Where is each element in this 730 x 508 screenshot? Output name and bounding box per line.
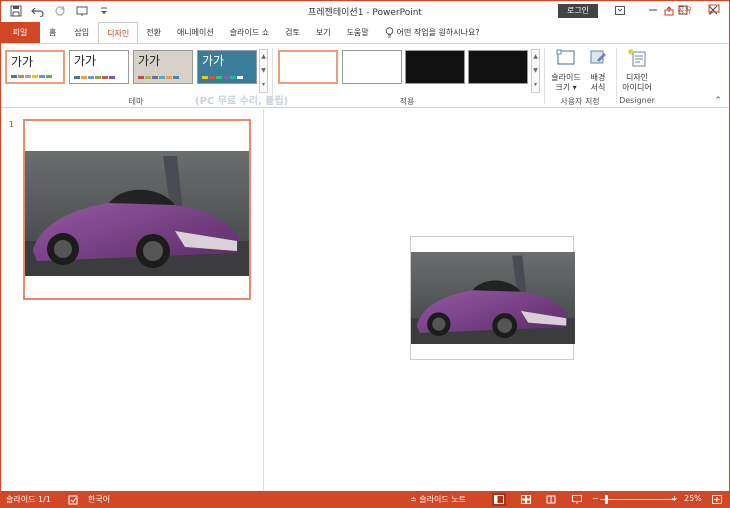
- variant-white-1[interactable]: [278, 50, 338, 84]
- tab-view[interactable]: 보기: [308, 22, 339, 43]
- tell-me-text: 어떤 작업을 원하시나요?: [396, 28, 480, 37]
- title-bar: 프레젠테이션1 - PowerPoint 로그인: [0, 0, 730, 22]
- format-background-button[interactable]: 배경 서식: [586, 48, 610, 93]
- spelling-check-icon[interactable]: [66, 493, 80, 506]
- scroll-down-icon[interactable]: ▼: [532, 64, 539, 78]
- zoom-slider-handle[interactable]: [605, 495, 608, 504]
- slide-number: 1: [9, 120, 15, 129]
- zoom-level[interactable]: 25%: [684, 494, 702, 503]
- slide-size-icon: [556, 49, 575, 65]
- theme-sample-text: 가가: [202, 54, 225, 68]
- notes-button[interactable]: ≐ 슬라이드 노트: [410, 494, 466, 505]
- theme-facet[interactable]: 가가: [133, 50, 193, 84]
- format-background-icon: [590, 50, 606, 64]
- format-background-label-2: 서식: [590, 83, 606, 92]
- format-background-label-1: 배경: [590, 73, 606, 82]
- login-button[interactable]: 로그인: [558, 4, 598, 18]
- share-icon: [664, 5, 674, 15]
- tab-help[interactable]: 도움말: [339, 22, 377, 43]
- design-ideas-label-2: 아이디어: [622, 83, 652, 92]
- car-photo[interactable]: [411, 252, 575, 344]
- zoom-in-button[interactable]: +: [671, 494, 678, 503]
- collapse-ribbon-icon[interactable]: ⌃: [714, 96, 722, 106]
- variant-white-2[interactable]: [342, 50, 402, 84]
- ribbon-tabs: 파일 홈 삽입 디자인 전환 애니메이션 슬라이드 쇼 검토 보기 도움말 어떤…: [0, 22, 730, 43]
- normal-view-icon[interactable]: [492, 493, 506, 506]
- tab-file[interactable]: 파일: [0, 22, 40, 43]
- main-slide[interactable]: [410, 236, 575, 360]
- minimize-icon[interactable]: [643, 2, 663, 18]
- ribbon-display-options-icon[interactable]: [610, 2, 630, 18]
- tab-animations[interactable]: 애니메이션: [169, 22, 222, 43]
- scroll-down-icon[interactable]: ▼: [260, 64, 267, 78]
- share-label: 공유: [677, 6, 692, 15]
- slide-size-button[interactable]: 슬라이드 크기 ▾: [547, 48, 585, 93]
- theme-gallery-scroll[interactable]: ▲ ▼ ▾: [259, 49, 268, 93]
- gallery-more-icon[interactable]: ▾: [532, 78, 539, 92]
- theme-color-bars: [11, 75, 52, 78]
- tab-design[interactable]: 디자인: [98, 22, 139, 43]
- slide-counter: 슬라이드 1/1: [6, 495, 51, 504]
- slideshow-view-icon[interactable]: [570, 493, 584, 506]
- theme-color-bars: [202, 76, 243, 79]
- group-label-customize: 사용자 지정: [560, 97, 600, 106]
- scroll-up-icon[interactable]: ▲: [260, 50, 267, 64]
- slide-thumbnail[interactable]: [23, 119, 251, 300]
- theme-office-2[interactable]: 가가: [69, 50, 129, 84]
- status-bar: 슬라이드 1/1 한국어 ≐ 슬라이드 노트 − + 25%: [0, 491, 730, 508]
- tell-me-search[interactable]: 어떤 작업을 원하시나요?: [377, 22, 488, 43]
- reading-view-icon[interactable]: [544, 493, 558, 506]
- design-ideas-button[interactable]: 디자인 아이디어: [618, 48, 656, 93]
- gallery-more-icon[interactable]: ▾: [260, 78, 267, 92]
- variant-black-1[interactable]: [405, 50, 465, 84]
- group-label-variants: 적용: [399, 97, 415, 106]
- slide-size-label-2: 크기 ▾: [555, 83, 577, 92]
- tab-review[interactable]: 검토: [277, 22, 308, 43]
- slide-editing-area: [265, 109, 730, 491]
- group-label-designer: Designer: [619, 96, 655, 105]
- zoom-out-button[interactable]: −: [592, 494, 599, 503]
- tab-insert[interactable]: 삽입: [65, 22, 98, 43]
- design-ideas-icon: [628, 49, 646, 67]
- slide-sorter-icon[interactable]: [519, 493, 533, 506]
- scroll-up-icon[interactable]: ▲: [532, 50, 539, 64]
- tab-home[interactable]: 홈: [40, 22, 65, 43]
- comment-icon[interactable]: [708, 4, 720, 18]
- share-button[interactable]: 공유: [664, 5, 692, 16]
- slide-thumbnail-panel: 1: [0, 109, 264, 491]
- variant-gallery-scroll[interactable]: ▲ ▼ ▾: [531, 49, 540, 93]
- language-indicator[interactable]: 한국어: [88, 494, 110, 505]
- tab-transitions[interactable]: 전환: [138, 22, 169, 43]
- theme-color-bars: [74, 76, 115, 79]
- theme-sample-text: 가가: [138, 54, 161, 68]
- tab-slideshow[interactable]: 슬라이드 쇼: [222, 22, 277, 43]
- theme-ion[interactable]: 가가: [197, 50, 257, 84]
- lightbulb-icon: [385, 27, 393, 38]
- theme-sample-text: 가가: [74, 54, 97, 68]
- zoom-slider-track[interactable]: [600, 499, 676, 500]
- notes-label: 슬라이드 노트: [419, 495, 466, 504]
- theme-sample-text: 가가: [11, 55, 34, 69]
- design-ideas-label-1: 디자인: [625, 73, 649, 82]
- slide-size-label-1: 슬라이드: [551, 73, 581, 82]
- fit-slide-icon[interactable]: [710, 493, 724, 506]
- theme-office[interactable]: 가가: [5, 50, 65, 84]
- theme-color-bars: [138, 76, 179, 79]
- ribbon-design: 가가 가가 가가 가가 ▲ ▼ ▾ 테마 (PC 무료 수리, 블립) ▲ ▼ …: [0, 43, 730, 108]
- variant-black-2[interactable]: [468, 50, 528, 84]
- car-photo: [25, 151, 249, 276]
